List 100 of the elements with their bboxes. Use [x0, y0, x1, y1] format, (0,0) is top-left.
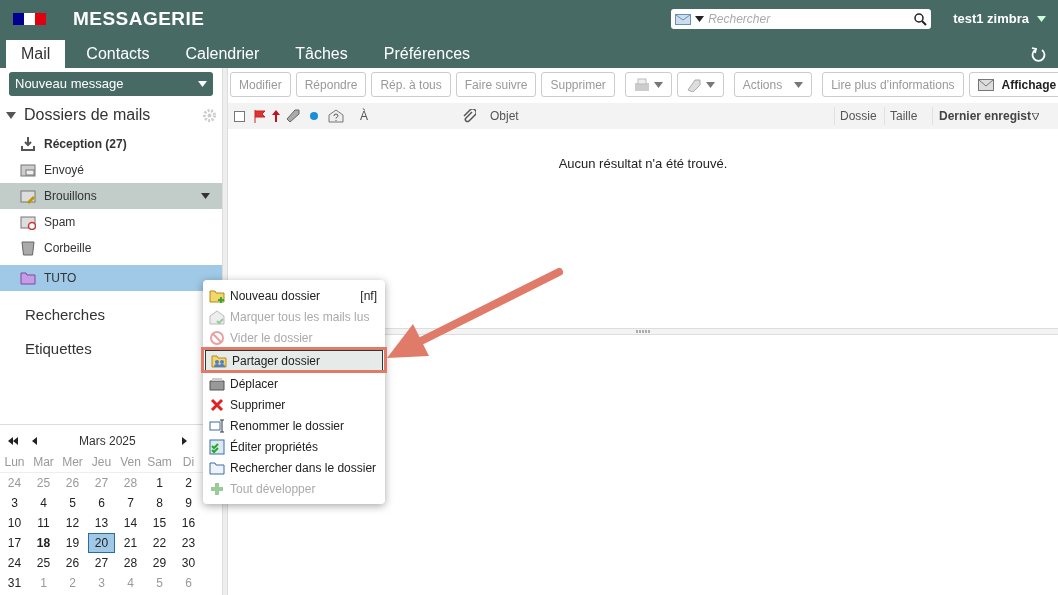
weekday-label: Mar: [32, 454, 55, 471]
calendar-day[interactable]: 26: [58, 553, 87, 573]
calendar-day[interactable]: 31: [0, 573, 29, 593]
menu-item[interactable]: Supprimer: [203, 394, 385, 415]
calendar-day[interactable]: 25: [29, 553, 58, 573]
calendar-day[interactable]: 19: [58, 533, 87, 553]
calendar-day[interactable]: 11: [29, 513, 58, 533]
calendar-day[interactable]: 8: [145, 493, 174, 513]
calendar-day[interactable]: 14: [116, 513, 145, 533]
calendar-day[interactable]: 29: [145, 553, 174, 573]
folder-icon: [20, 270, 36, 286]
weekday-label: Ven: [119, 454, 142, 471]
calendar-day[interactable]: 20: [88, 533, 115, 553]
nav-tab[interactable]: Contacts: [71, 40, 165, 68]
calendar-day[interactable]: 3: [0, 493, 29, 513]
printer-icon: [633, 77, 650, 92]
weekday-label: Sam: [146, 454, 173, 471]
column-header[interactable]: Dossie: [834, 107, 884, 125]
nav-tab[interactable]: Tâches: [280, 40, 363, 68]
calendar-day[interactable]: 18: [29, 533, 58, 553]
calendar-day[interactable]: 13: [87, 513, 116, 533]
calendar-day[interactable]: 21: [116, 533, 145, 553]
collapse-triangle-icon[interactable]: [6, 110, 16, 120]
folder-item[interactable]: Spam: [0, 209, 222, 235]
app-title: MESSAGERIE: [73, 6, 205, 31]
column-header[interactable]: Dernier enregist: [932, 107, 1058, 125]
calendar-day[interactable]: 22: [145, 533, 174, 553]
text-cursor-icon: [209, 417, 225, 434]
menu-item[interactable]: Éditer propriétés: [203, 436, 385, 457]
calendar-day[interactable]: 24: [0, 553, 29, 573]
flag-icon[interactable]: [254, 109, 266, 123]
calendar-day[interactable]: 15: [145, 513, 174, 533]
menu-item[interactable]: Partager dossier: [205, 350, 383, 371]
caret-icon: [198, 81, 207, 87]
weekday-label: Di: [181, 454, 196, 471]
month-label: Mars 2025: [79, 433, 136, 450]
calendar-day[interactable]: 1: [145, 473, 174, 493]
tag-icon: [685, 77, 702, 92]
up-arrow-icon[interactable]: [272, 110, 280, 122]
caret-icon: [1037, 16, 1046, 22]
calendar-day[interactable]: 4: [29, 493, 58, 513]
nav-tab[interactable]: Préférences: [368, 40, 486, 68]
section-title: Dossiers de mails: [24, 105, 151, 125]
calendar-day[interactable]: 12: [58, 513, 87, 533]
nav-tab[interactable]: Calendrier: [170, 40, 275, 68]
menu-item[interactable]: Déplacer: [203, 373, 385, 394]
weekday-label: Jeu: [90, 454, 113, 471]
calendar-day[interactable]: 16: [174, 513, 203, 533]
trash-icon: [20, 240, 36, 256]
prohibited-icon: [209, 329, 225, 346]
calendar-day[interactable]: 23: [174, 533, 203, 553]
envelope-question-icon[interactable]: [328, 109, 344, 123]
caret-icon: [653, 81, 663, 88]
cross-icon: [209, 396, 225, 413]
caret-icon: [695, 16, 705, 22]
calendar-day[interactable]: 5: [58, 493, 87, 513]
empty-message: Aucun résultat n'a été trouvé.: [558, 155, 728, 173]
user-menu-button[interactable]: test1 zimbra: [953, 9, 1046, 29]
download-tray-icon: [20, 136, 36, 152]
folder-item[interactable]: Corbeille: [0, 235, 222, 261]
caret-icon: [705, 81, 715, 88]
double-left-arrow-icon[interactable]: [8, 437, 18, 445]
shortcut-label: [nf]: [360, 287, 378, 305]
menu-item[interactable]: Renommer le dossier: [203, 415, 385, 436]
column-header[interactable]: Taille: [884, 107, 932, 125]
left-arrow-icon[interactable]: [32, 437, 37, 445]
box-icon: [209, 375, 225, 392]
splitter-handle-icon[interactable]: [636, 330, 650, 333]
calendar-day[interactable]: 10: [0, 513, 29, 533]
folder-people-icon: [211, 352, 227, 369]
column-header[interactable]: Objet: [490, 107, 519, 125]
folder-pencil-icon: [20, 188, 36, 204]
view-menu-button[interactable]: Affichage: [968, 72, 1058, 97]
calendar-day[interactable]: 7: [116, 493, 145, 513]
folder-blocked-icon: [20, 214, 36, 230]
calendar-day[interactable]: 30: [174, 553, 203, 573]
sort-icon[interactable]: [1032, 112, 1040, 120]
folder-item[interactable]: Brouillons: [0, 183, 222, 209]
search-input[interactable]: Rechercher: [708, 10, 911, 28]
folder-item[interactable]: TUTO: [0, 265, 222, 291]
search-field[interactable]: Rechercher: [671, 9, 932, 29]
checkbox[interactable]: [234, 110, 245, 122]
menu-item[interactable]: Rechercher dans le dossier: [203, 457, 385, 478]
nav-tab[interactable]: Mail: [6, 40, 66, 68]
calendar-day[interactable]: 6: [87, 493, 116, 513]
new-message-button[interactable]: Nouveau message: [9, 72, 213, 96]
folder-icon: [209, 459, 225, 476]
paperclip-icon[interactable]: [462, 109, 476, 123]
refresh-icon[interactable]: [1031, 46, 1046, 62]
calendar-day[interactable]: 17: [0, 533, 29, 553]
calendar-day[interactable]: 2: [174, 473, 203, 493]
tag-icon[interactable]: [286, 109, 300, 123]
calendar-day[interactable]: 27: [87, 553, 116, 573]
folder-item[interactable]: Réception (27): [0, 131, 222, 157]
column-header[interactable]: À: [360, 107, 368, 125]
calendar-day[interactable]: 28: [116, 553, 145, 573]
right-arrow-icon[interactable]: [181, 437, 187, 445]
folder-item[interactable]: Envoyé: [0, 157, 222, 183]
calendar-day[interactable]: 9: [174, 493, 203, 513]
search-icon[interactable]: [914, 12, 928, 26]
